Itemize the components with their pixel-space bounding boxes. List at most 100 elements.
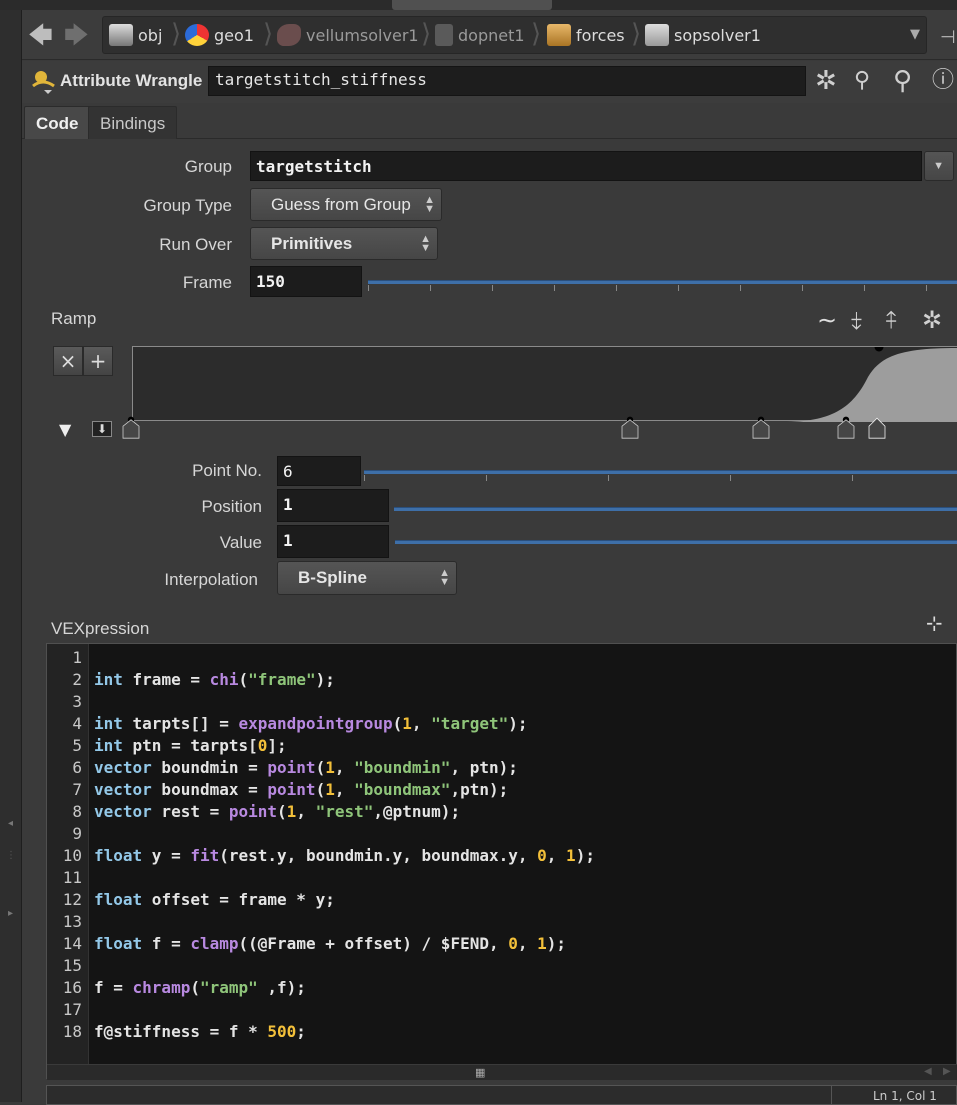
node-type-label: Attribute Wrangle bbox=[60, 71, 203, 90]
line-number: 15 bbox=[62, 956, 82, 975]
flip-vertical-icon[interactable]: ⤉ bbox=[886, 306, 897, 334]
code-editor[interactable]: 1 2 3 4 5 6 7 8 9 10 11 12 13 14 15 16 17 18 int frame = … bbox=[46, 643, 957, 1080]
code-line[interactable]: vector boundmin = point(1, "boundmin", p… bbox=[94, 758, 518, 777]
back-arrow-icon[interactable]: 🡄 bbox=[28, 23, 53, 47]
code-line[interactable]: f = chramp("ramp" ,f); bbox=[94, 978, 306, 997]
dopnet-icon bbox=[435, 24, 453, 46]
path-bar: 🡄 🡆 obj ⟩ geo1 ⟩ vellumsolver1 ⟩ dopnet1… bbox=[22, 10, 957, 60]
group-type-menu[interactable]: Guess from Group ▲ ▼ bbox=[250, 188, 442, 221]
ramp-curve bbox=[133, 347, 957, 422]
ramp-key-selected[interactable] bbox=[866, 415, 888, 439]
line-number: 18 bbox=[62, 1022, 82, 1041]
code-line[interactable]: int frame = chi("frame"); bbox=[94, 670, 335, 689]
updown-arrow-icon: ▲ ▼ bbox=[420, 233, 431, 254]
line-number: 4 bbox=[72, 714, 82, 733]
position-field[interactable]: 1 bbox=[277, 489, 389, 522]
crumb-forces[interactable]: forces bbox=[547, 17, 625, 53]
collapse-left-icon[interactable]: ◂ bbox=[8, 818, 14, 829]
cursor-position: Ln 1, Col 1 bbox=[873, 1089, 937, 1103]
node-header: Attribute Wrangle targetstitch_stiffness… bbox=[22, 61, 957, 103]
crumb-dopnet1[interactable]: dopnet1 bbox=[435, 17, 525, 53]
crumb-separator: ⟩ bbox=[421, 19, 432, 49]
code-line[interactable]: vector boundmax = point(1, "boundmax",pt… bbox=[94, 780, 508, 799]
position-slider[interactable] bbox=[394, 507, 957, 511]
collapse-right-icon[interactable]: ▸ bbox=[8, 908, 14, 919]
ramp-label: Ramp bbox=[51, 309, 97, 328]
ramp-key[interactable] bbox=[835, 415, 857, 439]
path-dropdown-icon[interactable]: ▼ bbox=[910, 27, 920, 42]
line-number: 10 bbox=[62, 846, 82, 865]
run-over-menu[interactable]: Primitives ▲ ▼ bbox=[250, 227, 438, 260]
node-name-field[interactable]: targetstitch_stiffness bbox=[208, 66, 806, 96]
line-number-gutter: 1 2 3 4 5 6 7 8 9 10 11 12 13 14 15 16 17 18 bbox=[47, 644, 89, 1064]
line-number: 1 bbox=[72, 648, 82, 667]
value-field[interactable]: 1 bbox=[277, 525, 389, 558]
code-line[interactable]: float offset = frame * y; bbox=[94, 890, 335, 909]
vellum-icon bbox=[277, 24, 301, 46]
collapse-triangle-icon[interactable]: ▼ bbox=[59, 420, 71, 439]
parameter-panel: Group targetstitch ▼ Group Type Guess fr… bbox=[22, 139, 957, 1105]
ramp-gear-icon[interactable]: ✲ bbox=[922, 306, 942, 334]
value-slider[interactable] bbox=[395, 540, 957, 544]
curve-icon[interactable]: ∼ bbox=[817, 306, 837, 334]
line-number: 13 bbox=[62, 912, 82, 931]
editor-status-bar: Ln 1, Col 1 bbox=[46, 1085, 957, 1105]
brush-icon[interactable]: ⚲ bbox=[854, 67, 870, 95]
tab-bindings[interactable]: Bindings bbox=[88, 106, 178, 139]
crumb-separator: ⟩ bbox=[263, 19, 274, 49]
crumb-obj[interactable]: obj bbox=[109, 17, 162, 53]
remove-key-button[interactable]: × bbox=[53, 346, 83, 376]
wrangle-node-icon[interactable] bbox=[30, 68, 56, 94]
group-type-label: Group Type bbox=[143, 196, 232, 215]
scroll-grip-icon[interactable]: ▦ bbox=[475, 1066, 485, 1079]
line-number: 11 bbox=[62, 868, 82, 887]
point-no-slider[interactable] bbox=[364, 470, 957, 474]
pane-tab[interactable] bbox=[392, 0, 552, 10]
line-number: 14 bbox=[62, 934, 82, 953]
crumb-geo1[interactable]: geo1 bbox=[185, 17, 254, 53]
flip-horizontal-icon[interactable]: ⤈ bbox=[851, 306, 862, 334]
group-dropdown-button[interactable]: ▼ bbox=[924, 151, 954, 181]
pin-icon[interactable]: ⊣ bbox=[940, 27, 956, 48]
crumb-sopsolver1[interactable]: sopsolver1 bbox=[645, 17, 761, 53]
scroll-left-icon[interactable]: ◀ bbox=[924, 1066, 932, 1077]
download-icon[interactable]: ⬇ bbox=[92, 421, 112, 437]
horizontal-scrollbar[interactable]: ▦ ◀ ▶ bbox=[47, 1064, 957, 1080]
gear-icon[interactable]: ✲ bbox=[815, 67, 837, 95]
forward-arrow-icon[interactable]: 🡆 bbox=[64, 23, 89, 47]
frame-field[interactable]: 150 bbox=[250, 266, 362, 297]
crumb-vellumsolver1[interactable]: vellumsolver1 bbox=[277, 17, 419, 53]
tab-code[interactable]: Code bbox=[24, 106, 91, 139]
code-line[interactable]: float f = clamp((@Frame + offset) / $FEN… bbox=[94, 934, 566, 953]
frame-slider[interactable] bbox=[368, 280, 957, 284]
left-pane-divider[interactable]: ◂ ⋮ ▸ bbox=[0, 10, 22, 1102]
crumb-separator: ⟩ bbox=[531, 19, 542, 49]
ramp-editor[interactable] bbox=[132, 346, 957, 422]
info-icon[interactable]: ⓘ bbox=[932, 67, 954, 95]
ramp-key[interactable] bbox=[619, 415, 641, 439]
ramp-key[interactable] bbox=[120, 415, 142, 439]
scene-icon bbox=[109, 24, 133, 46]
updown-arrow-icon: ▲ ▼ bbox=[439, 567, 450, 588]
code-line[interactable]: vector rest = point(1, "rest",@ptnum); bbox=[94, 802, 460, 821]
ramp-handle[interactable] bbox=[874, 347, 884, 352]
position-label: Position bbox=[201, 497, 262, 516]
scroll-right-icon[interactable]: ▶ bbox=[943, 1066, 951, 1077]
window-top-strip bbox=[0, 0, 957, 10]
ramp-key[interactable] bbox=[750, 415, 772, 439]
point-no-field[interactable]: 6 bbox=[277, 456, 361, 486]
search-icon[interactable]: ⚲ bbox=[893, 67, 912, 95]
add-key-button[interactable]: + bbox=[83, 346, 113, 376]
line-number: 8 bbox=[72, 802, 82, 821]
grip-icon[interactable]: ⋮ bbox=[6, 850, 16, 861]
code-line[interactable]: float y = fit(rest.y, boundmin.y, boundm… bbox=[94, 846, 595, 865]
code-line[interactable]: f@stiffness = f * 500; bbox=[94, 1022, 306, 1041]
interpolation-menu[interactable]: B-Spline ▲ ▼ bbox=[277, 561, 457, 595]
vexpression-label: VEXpression bbox=[51, 619, 150, 638]
code-line[interactable]: int ptn = tarpts[0]; bbox=[94, 736, 287, 755]
expand-editor-icon[interactable]: ⊹ bbox=[926, 611, 943, 635]
group-field[interactable]: targetstitch bbox=[250, 151, 922, 181]
line-number: 2 bbox=[72, 670, 82, 689]
code-line[interactable]: int tarpts[] = expandpointgroup(1, "targ… bbox=[94, 714, 528, 733]
line-number: 6 bbox=[72, 758, 82, 777]
